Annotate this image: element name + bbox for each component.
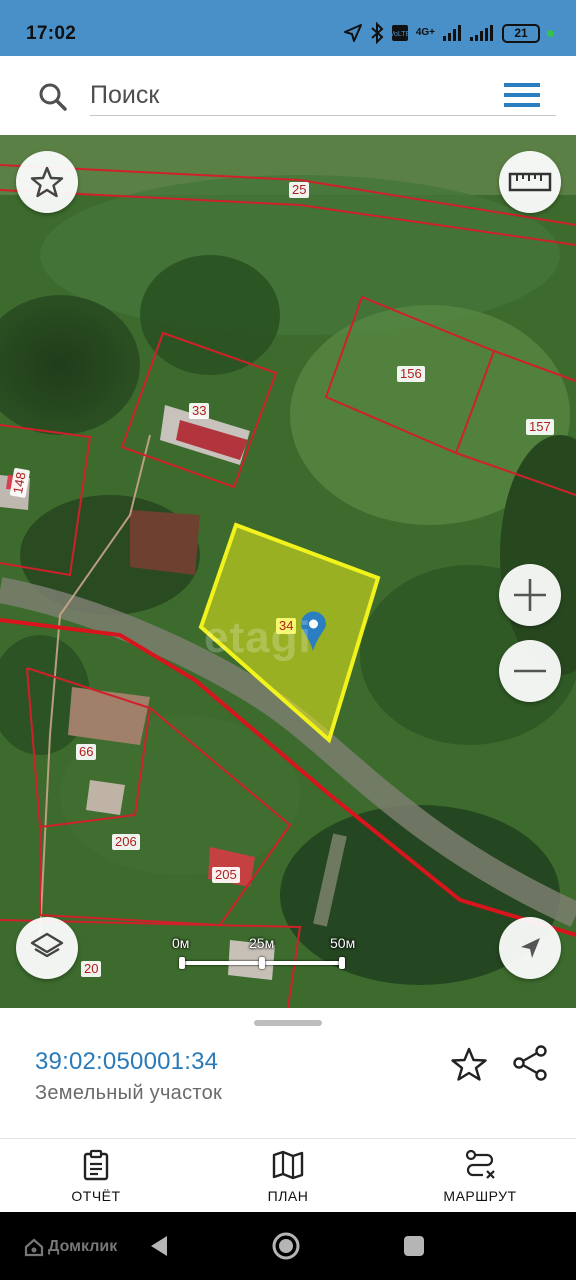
scale-tick <box>339 957 345 969</box>
my-location-icon <box>521 938 540 958</box>
favorite-star-icon[interactable] <box>450 1046 488 1082</box>
brand-watermark: Домклик <box>24 1237 117 1257</box>
parcel-label[interactable]: 33 <box>189 403 210 419</box>
search-bar <box>8 62 568 128</box>
share-icon[interactable] <box>511 1044 549 1082</box>
action-bar: ОТЧЁТ ПЛАН МАРШРУТ <box>0 1138 576 1212</box>
system-nav-bar: Домклик <box>0 1212 576 1280</box>
location-arrow-icon <box>343 24 362 42</box>
favorite-star-icon <box>30 166 64 198</box>
parcel-label[interactable]: 206 <box>112 834 140 850</box>
layers-button[interactable] <box>16 917 78 979</box>
status-time: 17:02 <box>26 23 77 44</box>
map-scale: 0м 25м 50м <box>172 935 362 975</box>
satellite-map[interactable] <box>0 135 576 1008</box>
signal-icon <box>443 25 461 41</box>
parcel-label[interactable]: 66 <box>76 744 97 760</box>
clipboard-report-icon <box>83 1149 109 1181</box>
scale-label-50: 50м <box>330 935 356 951</box>
route-label: МАРШРУТ <box>443 1188 517 1204</box>
recents-icon[interactable] <box>402 1234 426 1258</box>
parcel-label[interactable]: 34 <box>276 618 297 634</box>
house-logo-icon <box>24 1238 44 1257</box>
signal-icon <box>470 25 493 41</box>
brand-label: Домклик <box>48 1238 118 1255</box>
home-icon[interactable] <box>271 1231 301 1261</box>
battery-icon: 21 <box>502 23 540 43</box>
ruler-icon <box>508 172 552 192</box>
search-input[interactable] <box>90 76 556 116</box>
sheet-drag-handle[interactable] <box>254 1020 322 1026</box>
object-type: Земельный участок <box>35 1082 223 1104</box>
parcel-label[interactable]: 205 <box>212 867 240 883</box>
scale-label-25: 25м <box>249 935 275 951</box>
map-view[interactable]: etagi 25 156 157 33 148 34 66 206 205 20… <box>0 135 576 1008</box>
parcel-label[interactable]: 157 <box>526 419 554 435</box>
layers-icon <box>30 932 64 958</box>
scale-tick <box>259 957 265 969</box>
cadastral-number: 39:02:050001:34 <box>35 1048 219 1075</box>
report-label: ОТЧЁТ <box>71 1188 121 1204</box>
report-button[interactable]: ОТЧЁТ <box>0 1139 192 1212</box>
scale-tick <box>179 957 185 969</box>
volte-icon: VoLTE <box>391 25 409 41</box>
bluetooth-icon <box>371 22 384 44</box>
scale-label-0: 0м <box>172 935 190 951</box>
status-icons: VoLTE 4G+ 21 <box>343 22 554 44</box>
battery-level: 21 <box>514 26 528 40</box>
parcel-info-sheet[interactable]: 39:02:050001:34 Земельный участок <box>0 1008 576 1138</box>
parcel-label[interactable]: 156 <box>397 366 425 382</box>
favorite-button[interactable] <box>16 151 78 213</box>
network-type: 4G+ <box>415 27 435 38</box>
my-location-button[interactable] <box>499 917 561 979</box>
plan-label: ПЛАН <box>267 1188 309 1204</box>
search-icon[interactable] <box>38 82 68 112</box>
parcel-label[interactable]: 20 <box>81 961 102 977</box>
status-bar: 17:02 VoLTE 4G+ 21 <box>0 0 576 56</box>
parcel-label[interactable]: 25 <box>289 182 310 198</box>
ruler-button[interactable] <box>499 151 561 213</box>
map-plan-icon <box>272 1150 304 1180</box>
svg-text:VoLTE: VoLTE <box>391 31 409 38</box>
plan-button[interactable]: ПЛАН <box>192 1139 384 1212</box>
privacy-dot <box>547 29 554 37</box>
hamburger-menu-icon[interactable] <box>504 82 540 108</box>
zoom-out-button[interactable] <box>499 640 561 702</box>
back-icon[interactable] <box>148 1234 170 1258</box>
zoom-in-icon <box>514 579 546 611</box>
zoom-in-button[interactable] <box>499 564 561 626</box>
route-icon <box>465 1149 495 1179</box>
route-button[interactable]: МАРШРУТ <box>384 1139 576 1212</box>
zoom-out-icon <box>514 669 546 673</box>
